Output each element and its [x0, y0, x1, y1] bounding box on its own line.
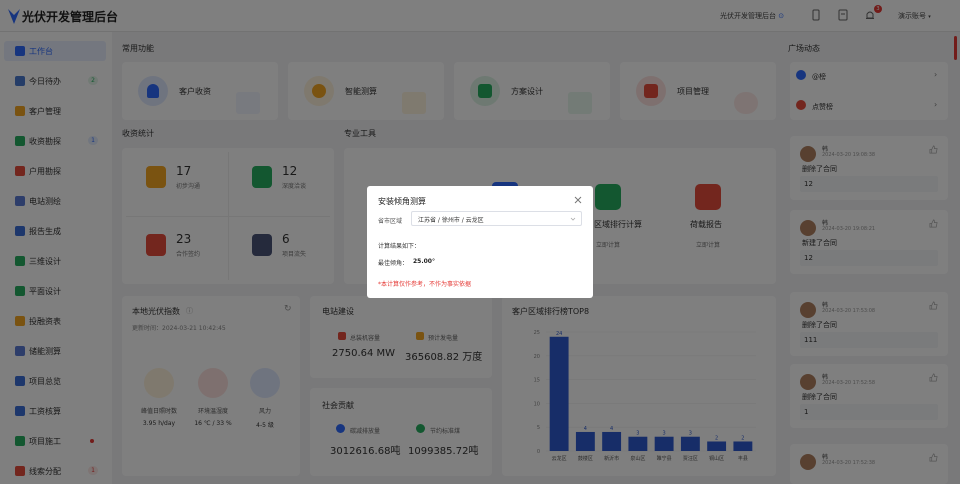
close-icon[interactable] — [573, 195, 583, 205]
disclaimer-note: *本计算仅作参考，不作为事实依据 — [378, 281, 472, 288]
region-select[interactable]: 江苏省 / 徐州市 / 云龙区 — [411, 211, 582, 226]
chevron-down-icon — [570, 217, 576, 221]
angle-value: 25.00° — [413, 258, 435, 265]
result-label: 计算结果如下： — [378, 243, 421, 250]
region-label: 省市区域 — [378, 218, 403, 225]
tilt-angle-dialog: 安装倾角测算 省市区域 江苏省 / 徐州市 / 云龙区 计算结果如下： 最佳倾角… — [367, 186, 593, 298]
angle-label: 最佳倾角： — [378, 260, 409, 267]
dialog-title: 安装倾角测算 — [378, 197, 426, 206]
